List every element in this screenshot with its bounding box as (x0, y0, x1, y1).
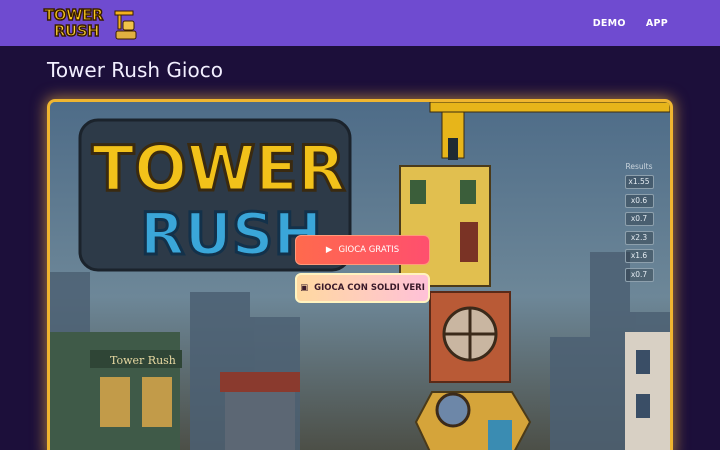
play-icon: ▶ (325, 245, 333, 255)
crane-icon (114, 10, 137, 40)
play-real-label: GIOCA CON SOLDI VERI (314, 283, 425, 293)
result-chip: x0.6 (624, 193, 654, 208)
money-icon: ▣ (300, 283, 309, 293)
right-building (625, 332, 670, 450)
play-free-button[interactable]: ▶ GIOCA GRATIS (295, 235, 430, 265)
nav-demo[interactable]: DEMO (593, 18, 626, 29)
page-title: Tower Rush Gioco (47, 58, 223, 82)
shop-sign: Tower Rush (110, 354, 176, 367)
result-chip: x1.55 (624, 175, 654, 189)
game-frame[interactable]: Tower Rush TOWER RUSH ▶ GIOCA GRATIS ▣ G… (47, 99, 673, 450)
result-chip: x0.7 (624, 267, 654, 282)
logo-line1: TOWER (43, 6, 104, 24)
results-label: Results (625, 162, 653, 171)
main-nav: DEMO APP (593, 0, 668, 46)
play-real-money-button[interactable]: ▣ GIOCA CON SOLDI VERI (295, 273, 430, 303)
logo-line2: RUSH (53, 22, 100, 40)
nav-app[interactable]: APP (646, 18, 668, 29)
result-chip: x2.3 (624, 230, 654, 245)
play-free-label: GIOCA GRATIS (338, 245, 400, 255)
results-panel: Results x1.55 x0.6 x0.7 x2.3 x1.6 x0.7 (621, 162, 657, 287)
top-bar: TOWER RUSH DEMO APP (0, 0, 720, 46)
svg-text:TOWER: TOWER (92, 132, 345, 205)
result-chip: x0.7 (624, 212, 654, 227)
result-chip: x1.6 (624, 249, 654, 264)
logo[interactable]: TOWER RUSH (42, 5, 138, 43)
